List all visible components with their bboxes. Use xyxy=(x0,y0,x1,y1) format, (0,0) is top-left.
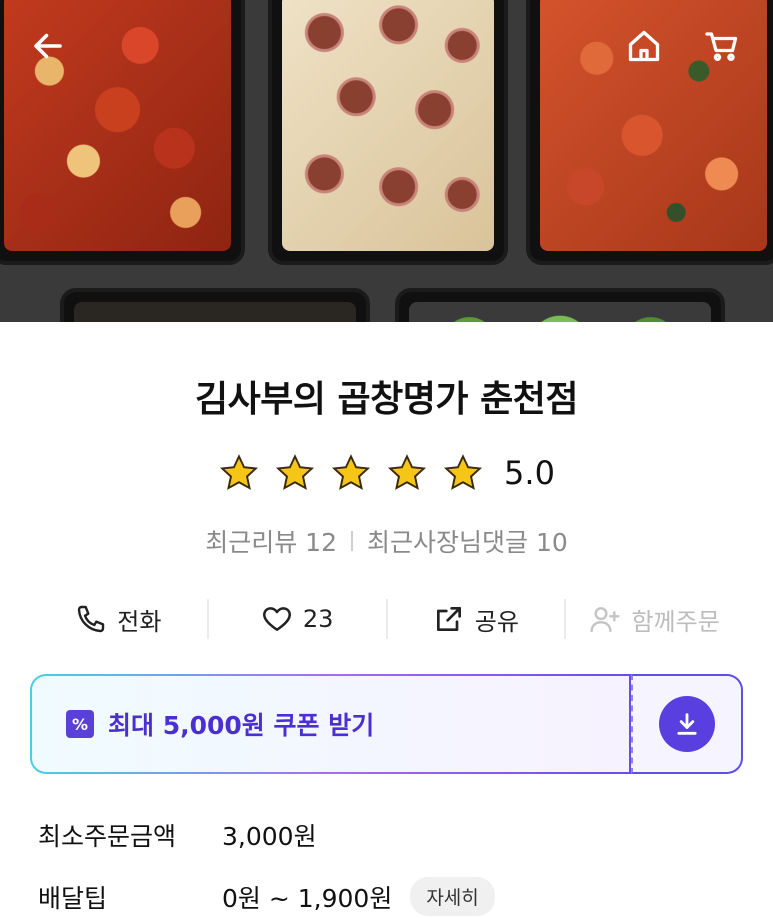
like-button[interactable]: 23 xyxy=(206,599,386,639)
group-order-label: 함께주문 xyxy=(631,607,720,636)
group-order-button[interactable]: 함께주문 xyxy=(564,599,743,639)
recent-reviews-link[interactable]: 최근리뷰 12 xyxy=(205,523,337,559)
delivery-tip-detail-button[interactable]: 자세히 xyxy=(410,877,495,916)
cart-icon xyxy=(705,32,738,62)
phone-icon xyxy=(78,605,105,633)
min-order-label: 최소주문금액 xyxy=(38,822,177,851)
home-icon xyxy=(628,30,660,62)
star-icon xyxy=(442,452,484,494)
rating-value: 5.0 xyxy=(504,454,555,492)
store-name: 김사부의 곱창명가 춘천점 xyxy=(195,379,578,420)
share-button[interactable]: 공유 xyxy=(385,599,565,639)
star-icon xyxy=(386,452,428,494)
min-order-value: 3,000원 xyxy=(222,822,317,851)
add-user-icon xyxy=(590,607,620,633)
home-button[interactable] xyxy=(622,24,666,68)
divider xyxy=(351,531,353,551)
delivery-tip-value: 0원 ~ 1,900원 xyxy=(222,883,393,913)
heart-icon xyxy=(262,607,291,631)
like-count: 23 xyxy=(302,605,334,633)
star-icon xyxy=(218,452,260,494)
rating-row: 5.0 xyxy=(0,452,773,494)
coupon-banner: % 최대 5,000원 쿠폰 받기 xyxy=(30,674,743,774)
coupon-icon: % xyxy=(66,710,94,738)
share-icon xyxy=(436,607,461,631)
arrow-left-icon xyxy=(34,33,62,59)
coupon-text: 최대 5,000원 쿠폰 받기 xyxy=(108,711,375,740)
delivery-tip-row: 배달팁 0원 ~ 1,900원 자세히 xyxy=(38,877,495,916)
store-hero-image xyxy=(0,0,773,322)
coupon-button[interactable]: % 최대 5,000원 쿠폰 받기 xyxy=(30,674,631,774)
download-icon xyxy=(659,696,715,752)
star-icon xyxy=(274,452,316,494)
recent-owner-replies-link[interactable]: 최근사장님댓글 10 xyxy=(367,523,568,559)
food-tray xyxy=(395,288,725,322)
share-label: 공유 xyxy=(474,607,519,636)
review-summary: 최근리뷰 12 최근사장님댓글 10 xyxy=(0,523,773,559)
food-tray xyxy=(60,288,370,322)
delivery-tip-label: 배달팁 xyxy=(38,883,108,913)
cart-button[interactable] xyxy=(700,24,744,68)
store-actions: 전화 23 공유 함께주문 xyxy=(30,594,743,644)
call-button[interactable]: 전화 xyxy=(30,599,207,639)
star-icon xyxy=(330,452,372,494)
back-button[interactable] xyxy=(26,24,70,68)
call-label: 전화 xyxy=(117,607,162,636)
food-tray xyxy=(268,0,508,265)
coupon-download-button[interactable] xyxy=(631,674,743,774)
min-order-row: 최소주문금액 3,000원 xyxy=(38,817,317,853)
